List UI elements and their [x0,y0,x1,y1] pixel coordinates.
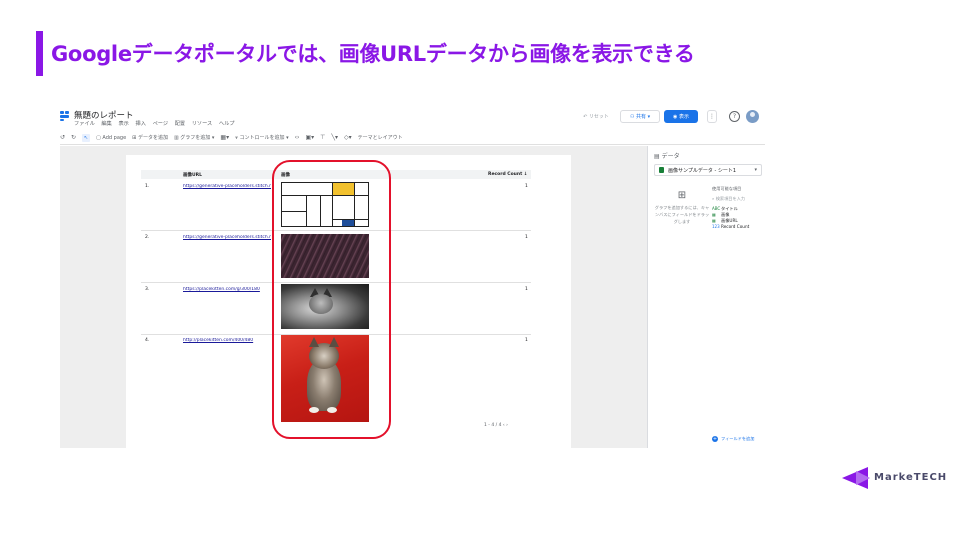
image-url-link[interactable]: http://placekitten.com/400/480 [183,338,271,343]
available-fields: 使用可能な項目 ⌕ 検索項目を入力 ABCタイトル ▦ 画像 ▦ 画像URL 123… [712,186,764,230]
row-number: 3. [145,287,150,292]
menu-insert[interactable]: 挿入 [136,121,146,127]
image-column-highlight [272,160,391,439]
redo-icon[interactable]: ↻ [71,134,76,141]
sheets-icon [659,167,664,173]
add-control-button[interactable]: ⩔ コントロールを追加 ▾ [235,134,289,141]
community-viz-icon[interactable]: ▦▾ [220,134,229,141]
data-portal-logo-icon [60,111,69,121]
menu-resource[interactable]: リソース [192,121,213,127]
row-number: 4. [145,338,150,343]
image-url-link[interactable]: https://generative-placeholders.stitch.m… [183,235,271,240]
image-icon[interactable]: ▣▾ [305,134,314,141]
menu-help[interactable]: ヘルプ [219,121,235,127]
add-chart-button[interactable]: ▥ グラフを追加 ▾ [174,134,214,141]
add-field-button[interactable]: + フィールドを追加 [712,436,754,442]
data-panel: ▤ データ 画像サンプルデータ - シート1 ▾ ⊞ グラフを追加するには、キャ… [647,146,765,448]
reset-button[interactable]: ↶ リセット [578,110,614,123]
record-count: 1 [525,338,528,343]
menu-view[interactable]: 表示 [118,121,128,127]
data-source-select[interactable]: 画像サンプルデータ - シート1 ▾ [654,164,762,176]
brand-name: MarkeTECH [874,472,948,483]
field-item[interactable]: 123Record Count [712,224,764,230]
undo-icon[interactable]: ↺ [60,134,65,141]
row-number: 1. [145,184,150,189]
select-cursor-icon[interactable]: ↖ [82,133,91,142]
number-field-icon: 123 [712,224,720,229]
menu-page[interactable]: ページ [153,121,168,127]
share-button[interactable]: ⚇ 共有 ▾ [620,110,660,123]
record-count: 1 [525,184,528,189]
more-options-button[interactable]: ⋮ [707,110,717,123]
slide-title: Googleデータポータルでは、画像URLデータから画像を表示できる [51,42,695,66]
menu-bar: ファイル 編集 表示 挿入 ページ 配置 リソース ヘルプ [74,120,239,127]
menu-file[interactable]: ファイル [74,121,95,127]
chevron-down-icon: ▾ [645,113,651,120]
record-count: 1 [525,235,528,240]
data-panel-title: ▤ データ [654,153,680,160]
add-chart-icon: ⊞ [677,190,687,201]
line-icon[interactable]: ╲▾ [331,134,338,141]
row-number: 2. [145,235,150,240]
image-url-link[interactable]: https://placekitten.com/g/300/180 [183,287,271,292]
fields-heading: 使用可能な項目 [712,186,742,191]
record-count: 1 [525,287,528,292]
help-icon[interactable]: ? [729,111,740,122]
column-header-url[interactable]: 画像URL [183,172,202,178]
field-search-input[interactable]: ⌕ 検索項目を入力 [712,196,764,202]
data-portal-window: 無題のレポート ファイル 編集 表示 挿入 ページ 配置 リソース ヘルプ ↶ … [60,106,765,448]
database-icon: ▤ [654,153,662,160]
shape-icon[interactable]: ◇▾ [344,134,352,141]
code-icon[interactable]: ‹› [295,134,300,141]
menu-arrange[interactable]: 配置 [175,121,185,127]
edit-toolbar: ↺ ↻ ↖ ▢ Add page ⊞ データを追加 ▥ グラフを追加 ▾ ▦▾ … [60,131,765,145]
marketech-logo: MarkeTECH [842,463,947,493]
menu-edit[interactable]: 編集 [101,121,111,127]
avatar[interactable] [746,110,759,123]
title-accent-bar [36,31,43,76]
table-pagination[interactable]: 1 - 4 / 4 ‹ › [484,423,508,428]
add-page-button[interactable]: ▢ Add page [96,135,126,141]
plus-icon: + [712,436,718,442]
add-data-button[interactable]: ⊞ データを追加 [132,134,168,141]
add-chart-hint: ⊞ グラフを追加するには、キャンバスにフィールドをドラッグします [654,190,710,224]
image-url-link[interactable]: https://generative-placeholders.stitch.m… [183,184,271,189]
theme-layout-button[interactable]: テーマとレイアウト [358,134,403,141]
text-icon[interactable]: ⊤ [320,134,325,141]
column-header-record-count[interactable]: Record Count ↓ [488,172,528,177]
view-button[interactable]: ◉ 表示 [664,110,698,123]
top-bar: 無題のレポート ファイル 編集 表示 挿入 ページ 配置 リソース ヘルプ ↶ … [60,106,765,130]
chevron-down-icon: ▾ [754,167,757,173]
